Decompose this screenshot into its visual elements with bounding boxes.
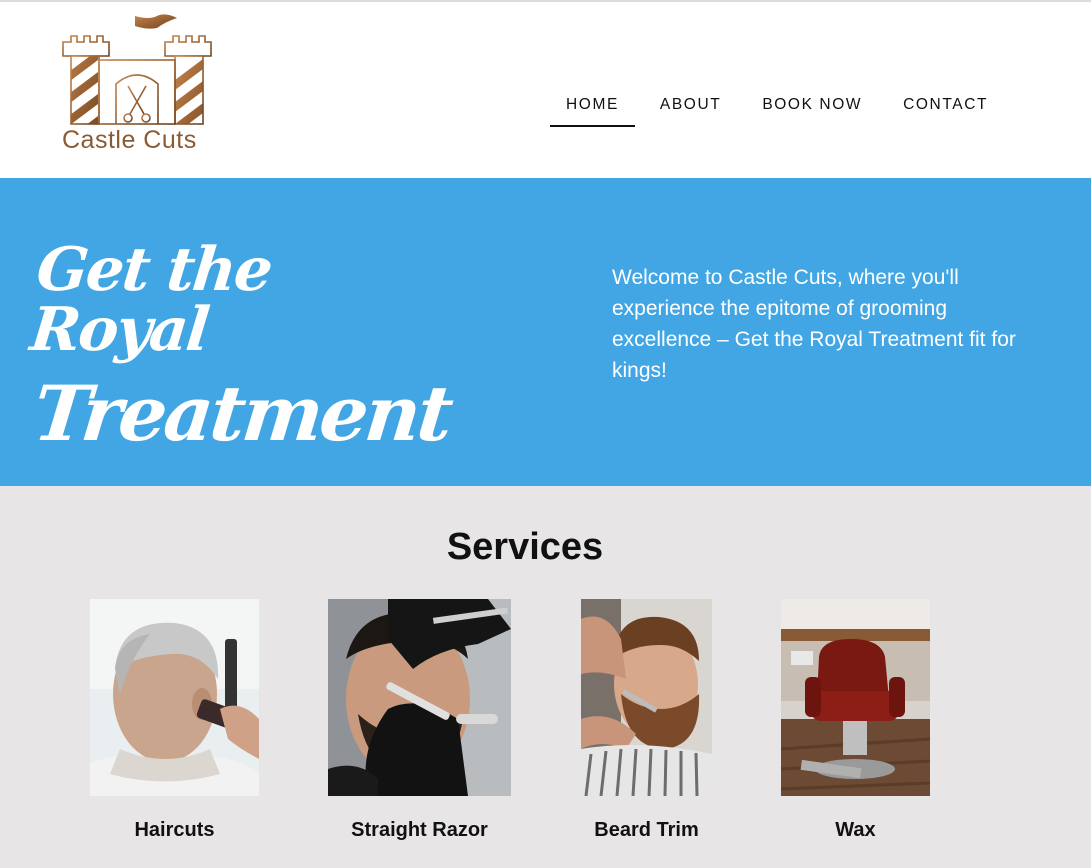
hero-title-line-2: Treatment	[29, 369, 455, 458]
nav-contact[interactable]: CONTACT	[887, 90, 1004, 127]
service-label-wax: Wax	[835, 819, 876, 841]
castle-cuts-logo[interactable]: Castle Cuts	[58, 10, 218, 158]
hero-welcome-text: Welcome to Castle Cuts, where you'll exp…	[612, 266, 1016, 382]
logo-wordmark: Castle Cuts	[62, 126, 197, 154]
service-label-straight-razor: Straight Razor	[351, 819, 488, 841]
service-label-haircuts: Haircuts	[134, 819, 215, 841]
hero-banner: Get the Royal Treatment Welcome to Castl…	[0, 178, 1091, 486]
nav-home[interactable]: HOME	[550, 90, 635, 127]
haircut-photo	[90, 599, 259, 796]
beard-trim-photo	[581, 599, 712, 796]
straight-razor-photo	[328, 599, 511, 796]
hero-title-line-1: Get the Royal	[27, 235, 275, 365]
main-nav: HOME ABOUT BOOK NOW CONTACT	[550, 90, 1004, 127]
nav-book-now[interactable]: BOOK NOW	[746, 90, 878, 127]
nav-about[interactable]: ABOUT	[644, 90, 737, 127]
services-section: Services Haircuts Straight Razor Beard T…	[0, 486, 1091, 868]
service-label-beard-trim: Beard Trim	[594, 819, 699, 841]
site-header: Castle Cuts HOME ABOUT BOOK NOW CONTACT	[0, 2, 1091, 178]
hero-title: Get the Royal Treatment	[27, 235, 454, 458]
barber-chair-photo	[781, 599, 930, 796]
services-heading: Services	[446, 526, 604, 568]
